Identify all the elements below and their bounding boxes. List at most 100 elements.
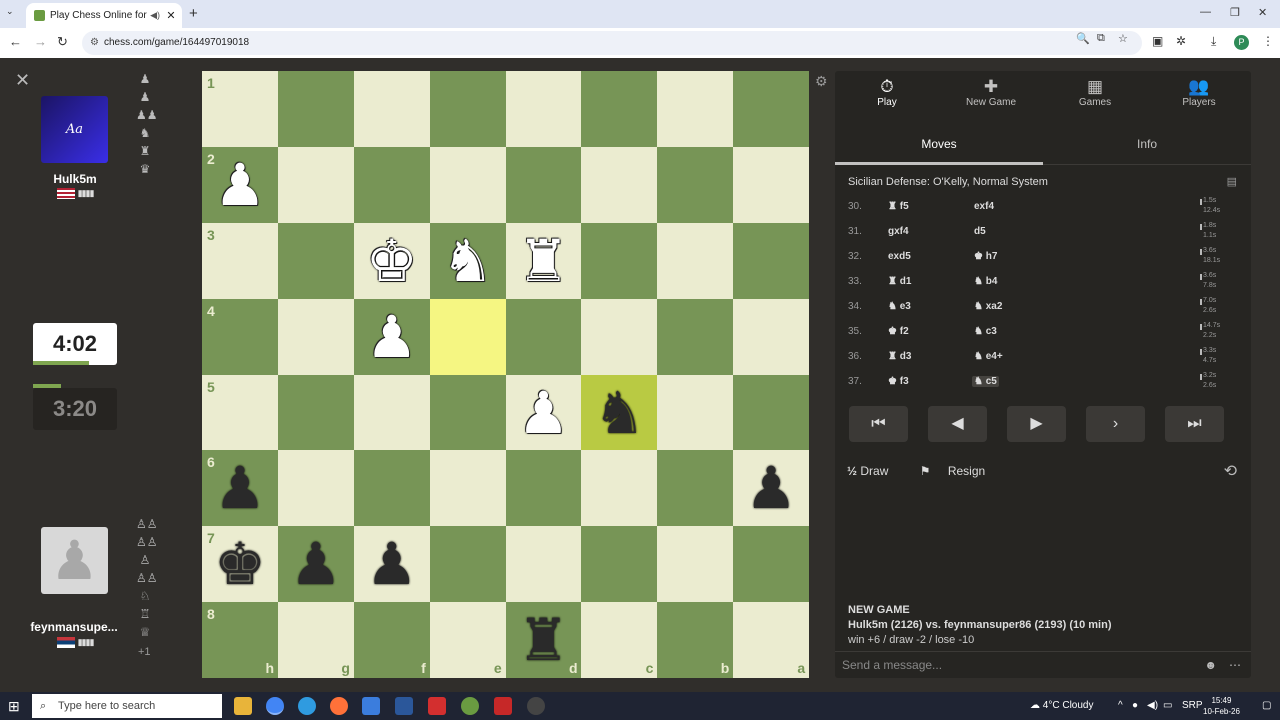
subtab-moves[interactable]: Moves — [835, 129, 1043, 165]
bottom-player-name[interactable]: feynmansupe... — [24, 620, 124, 634]
site-info-icon[interactable]: ⚙ — [90, 31, 99, 55]
square-g6[interactable] — [277, 450, 354, 527]
square-e8[interactable]: e — [429, 602, 506, 679]
square-g5[interactable] — [277, 374, 354, 451]
square-h7[interactable]: 7 ♚ — [202, 526, 278, 603]
white-move[interactable]: gxf4 — [888, 226, 909, 237]
square-f4[interactable]: ♟ — [353, 298, 430, 375]
square-e6[interactable] — [429, 450, 506, 527]
square-c3[interactable] — [581, 222, 658, 299]
black-move[interactable]: ♚ h7 — [972, 251, 999, 262]
mic-icon[interactable]: ● — [1132, 700, 1138, 711]
square-a3[interactable] — [733, 222, 810, 299]
square-d8[interactable]: d ♜ — [505, 602, 582, 679]
taskbar-search[interactable]: ⌕ Type here to search — [32, 694, 222, 718]
chrome-icon[interactable] — [266, 697, 284, 715]
window-close-button[interactable]: ✕ — [1258, 6, 1267, 19]
square-f3[interactable]: ♚ — [353, 222, 430, 299]
square-f6[interactable] — [353, 450, 430, 527]
book-icon[interactable]: ▤ — [1227, 175, 1237, 188]
square-a4[interactable] — [733, 298, 810, 375]
extension-icon[interactable]: ▣ — [1152, 34, 1163, 48]
square-g3[interactable] — [277, 222, 354, 299]
white-piece-d3[interactable]: ♜ — [506, 223, 582, 299]
square-f2[interactable] — [353, 146, 430, 223]
black-move[interactable]: exf4 — [972, 201, 996, 212]
resign-button[interactable]: ⚑ Resign — [920, 464, 999, 478]
black-piece-a6[interactable]: ♟ — [733, 450, 809, 526]
black-move[interactable]: d5 — [972, 226, 988, 237]
emoji-icon[interactable]: ☻ — [1204, 652, 1217, 678]
black-piece-f7[interactable]: ♟ — [354, 526, 430, 602]
square-b5[interactable] — [657, 374, 734, 451]
square-a5[interactable] — [733, 374, 810, 451]
square-a6[interactable]: ♟ — [733, 450, 810, 527]
white-move[interactable]: exd5 — [888, 251, 911, 262]
chess-board[interactable]: 1 2 ♟ 3 ♚ ♞ ♜ 4 ♟ 5 ♟ ♞ 6 ♟ ♟ 7 ♚ ♟ ♟ 8 h g f e d ♜ c b a — [202, 71, 810, 679]
zoom-icon[interactable]: 🔍 — [1076, 32, 1090, 45]
forward-arrow-icon[interactable]: → — [34, 34, 47, 49]
firefox-icon[interactable] — [330, 697, 348, 715]
square-c2[interactable] — [581, 146, 658, 223]
address-bar[interactable]: ⚙ chess.com/game/164497019018 — [82, 31, 1142, 55]
square-h2[interactable]: 2 ♟ — [202, 146, 278, 223]
browser-tab[interactable]: Play Chess Online for FREE ◀) ✕ — [26, 3, 182, 28]
draw-button[interactable]: ½ Draw — [847, 464, 902, 478]
black-move[interactable]: ♞ c5 — [972, 376, 999, 387]
square-e5[interactable] — [429, 374, 506, 451]
close-icon[interactable]: ✕ — [15, 70, 30, 91]
white-move[interactable]: ♜ d3 — [888, 351, 911, 362]
square-c8[interactable]: c — [581, 602, 658, 679]
square-b3[interactable] — [657, 222, 734, 299]
tab-players[interactable]: 👥 Players — [1147, 71, 1251, 119]
top-player-name[interactable]: Hulk5m — [25, 172, 125, 186]
puzzle-extensions-icon[interactable]: ✲ — [1176, 34, 1186, 48]
square-h1[interactable]: 1 — [202, 71, 278, 147]
square-e7[interactable] — [429, 526, 506, 603]
square-b7[interactable] — [657, 526, 734, 603]
square-g1[interactable] — [277, 71, 354, 147]
file-explorer-icon[interactable] — [234, 697, 252, 715]
board-settings-gear-icon[interactable]: ⚙ — [815, 73, 828, 90]
square-d4[interactable] — [505, 298, 582, 375]
black-move[interactable]: ♞ e4+ — [972, 351, 1005, 362]
square-c5[interactable]: ♞ — [581, 374, 658, 451]
download-icon[interactable]: ⤓ — [1211, 34, 1216, 49]
square-h5[interactable]: 5 — [202, 374, 278, 451]
tab-new-game[interactable]: ✚ New Game — [939, 71, 1043, 119]
square-a2[interactable] — [733, 146, 810, 223]
square-f8[interactable]: f — [353, 602, 430, 679]
minimize-button[interactable]: — — [1200, 6, 1211, 18]
weather-widget[interactable]: ☁ 4°C Cloudy — [1030, 700, 1093, 711]
square-h3[interactable]: 3 — [202, 222, 278, 299]
black-piece-h6[interactable]: ♟ — [202, 450, 278, 526]
app-icon-3[interactable] — [494, 697, 512, 715]
app-icon-4[interactable] — [527, 697, 545, 715]
square-g8[interactable]: g — [277, 602, 354, 679]
prev-move-button[interactable]: ◀ — [928, 406, 987, 442]
square-d2[interactable] — [505, 146, 582, 223]
browser-menu-icon[interactable]: ⋮ — [1262, 34, 1274, 48]
white-piece-f4[interactable]: ♟ — [354, 299, 430, 375]
white-move[interactable]: ♜ f5 — [888, 201, 909, 212]
square-d5[interactable]: ♟ — [505, 374, 582, 451]
bookmark-star-icon[interactable]: ☆ — [1118, 32, 1128, 45]
first-move-button[interactable]: ⏮ — [849, 406, 908, 442]
square-g2[interactable] — [277, 146, 354, 223]
square-e1[interactable] — [429, 71, 506, 147]
tab-games[interactable]: ▦ Games — [1043, 71, 1147, 119]
black-move[interactable]: ♞ xa2 — [972, 301, 1004, 312]
white-move[interactable]: ♚ f3 — [888, 376, 909, 387]
subtab-info[interactable]: Info — [1043, 129, 1251, 165]
app-icon[interactable] — [362, 697, 380, 715]
black-piece-d8[interactable]: ♜ — [506, 602, 582, 678]
square-c7[interactable] — [581, 526, 658, 603]
word-icon[interactable] — [395, 697, 413, 715]
volume-icon[interactable]: ◀) — [1147, 700, 1158, 711]
square-h4[interactable]: 4 — [202, 298, 278, 375]
square-b1[interactable] — [657, 71, 734, 147]
white-move[interactable]: ♞ e3 — [888, 301, 911, 312]
white-move[interactable]: ♜ d1 — [888, 276, 911, 287]
square-h8[interactable]: 8h — [202, 602, 278, 679]
opening-name[interactable]: Sicilian Defense: O'Kelly, Normal System — [848, 176, 1048, 188]
